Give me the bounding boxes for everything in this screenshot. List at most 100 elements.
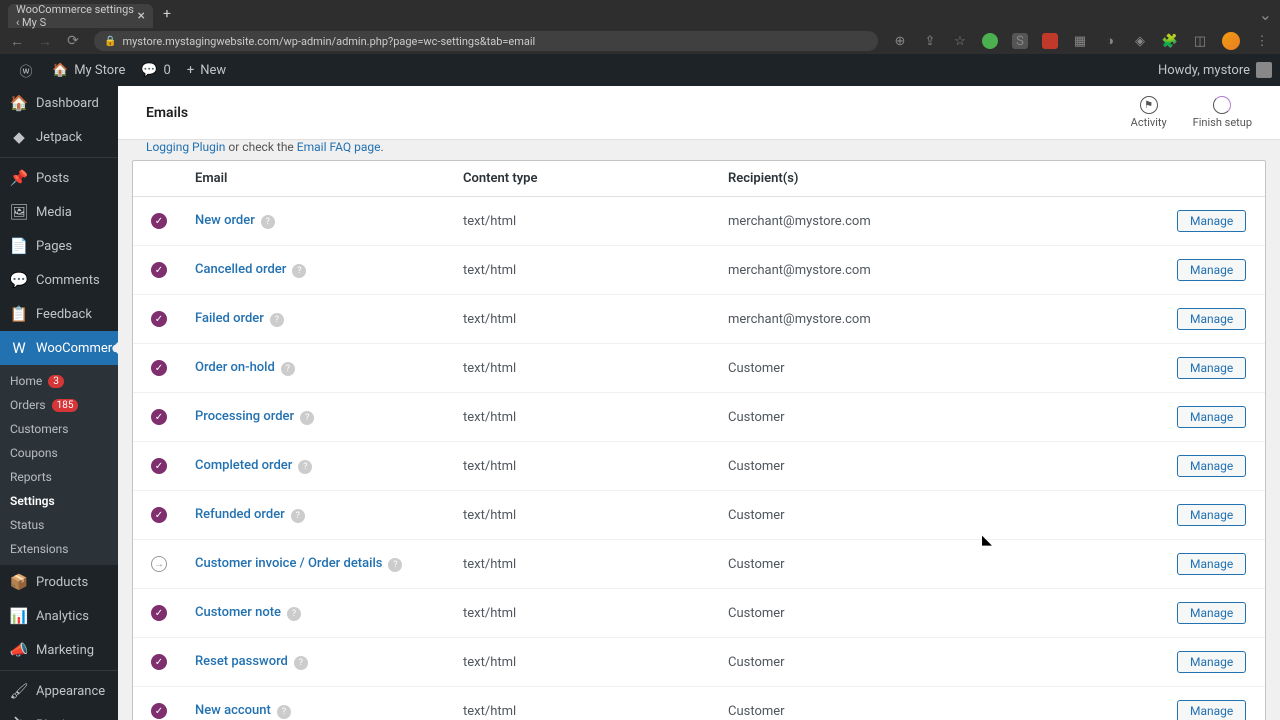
help-tip-icon[interactable]: ? [300, 411, 314, 425]
sidebar-item-woocommerce[interactable]: WWooCommerce [0, 331, 118, 365]
submenu-item-customers[interactable]: Customers [0, 417, 118, 441]
logging-plugin-link[interactable]: Logging Plugin [146, 140, 225, 154]
extension-icon[interactable]: S [1012, 33, 1028, 49]
manage-button[interactable]: Manage [1177, 651, 1246, 673]
sidebar-item-products[interactable]: 📦Products [0, 565, 118, 599]
profile-avatar[interactable] [1222, 32, 1240, 50]
submenu-item-orders[interactable]: Orders185 [0, 393, 118, 417]
submenu-item-home[interactable]: Home3 [0, 369, 118, 393]
sidebar-item-marketing[interactable]: 📣Marketing [0, 633, 118, 667]
manage-button[interactable]: Manage [1177, 357, 1246, 379]
manage-button[interactable]: Manage [1177, 259, 1246, 281]
email-name-link[interactable]: Cancelled order [195, 262, 286, 277]
help-tip-icon[interactable]: ? [281, 362, 295, 376]
table-row: ✓ Order on-hold? text/html Customer Mana… [133, 344, 1265, 393]
status-enabled-icon: ✓ [151, 409, 167, 425]
submenu-item-reports[interactable]: Reports [0, 465, 118, 489]
email-name-link[interactable]: Customer invoice / Order details [195, 556, 382, 571]
back-icon[interactable]: ← [10, 33, 24, 50]
manage-button[interactable]: Manage [1177, 210, 1246, 232]
content-type: text/html [463, 508, 728, 523]
help-tip-icon[interactable]: ? [270, 313, 284, 327]
sidebar-item-posts[interactable]: 📌Posts [0, 161, 118, 195]
zoom-icon[interactable]: ⊕ [892, 33, 908, 49]
manage-button[interactable]: Manage [1177, 700, 1246, 720]
help-tip-icon[interactable]: ? [291, 509, 305, 523]
email-name-link[interactable]: New account [195, 703, 271, 718]
help-tip-icon[interactable]: ? [298, 460, 312, 474]
help-tip-icon[interactable]: ? [388, 558, 402, 572]
content-type: text/html [463, 606, 728, 621]
help-tip-icon[interactable]: ? [261, 215, 275, 229]
email-name-link[interactable]: Completed order [195, 458, 292, 473]
status-enabled-icon: ✓ [151, 458, 167, 474]
email-faq-link[interactable]: Email FAQ page [297, 140, 381, 154]
email-name-link[interactable]: Customer note [195, 605, 281, 620]
sidebar-item-dashboard[interactable]: 🏠Dashboard [0, 86, 118, 120]
email-name-link[interactable]: Processing order [195, 409, 294, 424]
sidebar-item-analytics[interactable]: 📊Analytics [0, 599, 118, 633]
help-tip-icon[interactable]: ? [294, 656, 308, 670]
new-tab-button[interactable]: + [163, 6, 171, 22]
status-enabled-icon: ✓ [151, 703, 167, 719]
pages-icon: 📄 [10, 237, 28, 255]
admin-bar-account[interactable]: Howdy, mystore [1158, 62, 1272, 78]
extension-icon[interactable]: ◈ [1132, 33, 1148, 49]
manage-button[interactable]: Manage [1177, 406, 1246, 428]
url-input[interactable]: 🔒 mystore.mystagingwebsite.com/wp-admin/… [94, 31, 878, 51]
activity-button[interactable]: ⚑ Activity [1131, 96, 1167, 129]
submenu-item-extensions[interactable]: Extensions [0, 537, 118, 561]
table-row: ✓ Processing order? text/html Customer M… [133, 393, 1265, 442]
chevron-down-icon[interactable]: ⌄ [1259, 5, 1272, 24]
extension-icon[interactable]: ▦ [1072, 33, 1088, 49]
submenu-item-settings[interactable]: Settings [0, 489, 118, 513]
email-name-link[interactable]: New order [195, 213, 255, 228]
extension-icon[interactable] [982, 33, 998, 49]
sidebar-item-pages[interactable]: 📄Pages [0, 229, 118, 263]
close-tab-icon[interactable]: × [138, 8, 145, 24]
posts-icon: 📌 [10, 169, 28, 187]
new-content-link[interactable]: + New [179, 54, 234, 86]
email-name-link[interactable]: Reset password [195, 654, 288, 669]
finish-setup-button[interactable]: Finish setup [1193, 96, 1252, 129]
panel-icon[interactable]: ◫ [1192, 33, 1208, 49]
sidebar-item-feedback[interactable]: 📋Feedback [0, 297, 118, 331]
col-header-recipient: Recipient(s) [728, 171, 1177, 186]
sidebar-item-media[interactable]: 🖼Media [0, 195, 118, 229]
dashboard-icon: 🏠 [10, 94, 28, 112]
email-name-link[interactable]: Failed order [195, 311, 264, 326]
comments-link[interactable]: 💬 0 [133, 54, 179, 86]
manage-button[interactable]: Manage [1177, 455, 1246, 477]
sidebar-item-jetpack[interactable]: ◆Jetpack [0, 120, 118, 154]
extension-icon[interactable]: ◑ [1102, 33, 1118, 49]
browser-tab[interactable]: WooCommerce settings ‹ My S × [8, 4, 153, 28]
sidebar-item-appearance[interactable]: 🖌Appearance [0, 674, 118, 708]
bookmark-icon[interactable]: ☆ [952, 33, 968, 49]
help-tip-icon[interactable]: ? [277, 705, 291, 719]
help-tip-icon[interactable]: ? [287, 607, 301, 621]
table-row: ✓ Refunded order? text/html Customer Man… [133, 491, 1265, 540]
menu-icon[interactable]: ⋮ [1254, 33, 1270, 49]
manage-button[interactable]: Manage [1177, 308, 1246, 330]
site-name-link[interactable]: 🏠 My Store [44, 54, 133, 86]
manage-button[interactable]: Manage [1177, 602, 1246, 624]
share-icon[interactable]: ⇪ [922, 33, 938, 49]
help-tip-icon[interactable]: ? [292, 264, 306, 278]
site-name: My Store [74, 63, 125, 78]
sidebar-item-comments[interactable]: 💬Comments [0, 263, 118, 297]
submenu-item-status[interactable]: Status [0, 513, 118, 537]
reload-icon[interactable]: ⟳ [66, 33, 80, 49]
comments-icon: 💬 [10, 271, 28, 289]
browser-tab-bar: WooCommerce settings ‹ My S × + ⌄ [0, 0, 1280, 28]
email-name-link[interactable]: Refunded order [195, 507, 285, 522]
manage-button[interactable]: Manage [1177, 504, 1246, 526]
wp-admin-bar: ⓦ 🏠 My Store 💬 0 + New Howdy, mystore [0, 54, 1280, 86]
manage-button[interactable]: Manage [1177, 553, 1246, 575]
wp-logo[interactable]: ⓦ [8, 54, 44, 86]
submenu-item-coupons[interactable]: Coupons [0, 441, 118, 465]
recipient: Customer [728, 459, 1177, 474]
email-name-link[interactable]: Order on-hold [195, 360, 275, 375]
extensions-icon[interactable]: 🧩 [1162, 33, 1178, 49]
sidebar-item-plugins[interactable]: 🔌Plugins [0, 708, 118, 720]
extension-icon[interactable] [1042, 33, 1058, 49]
